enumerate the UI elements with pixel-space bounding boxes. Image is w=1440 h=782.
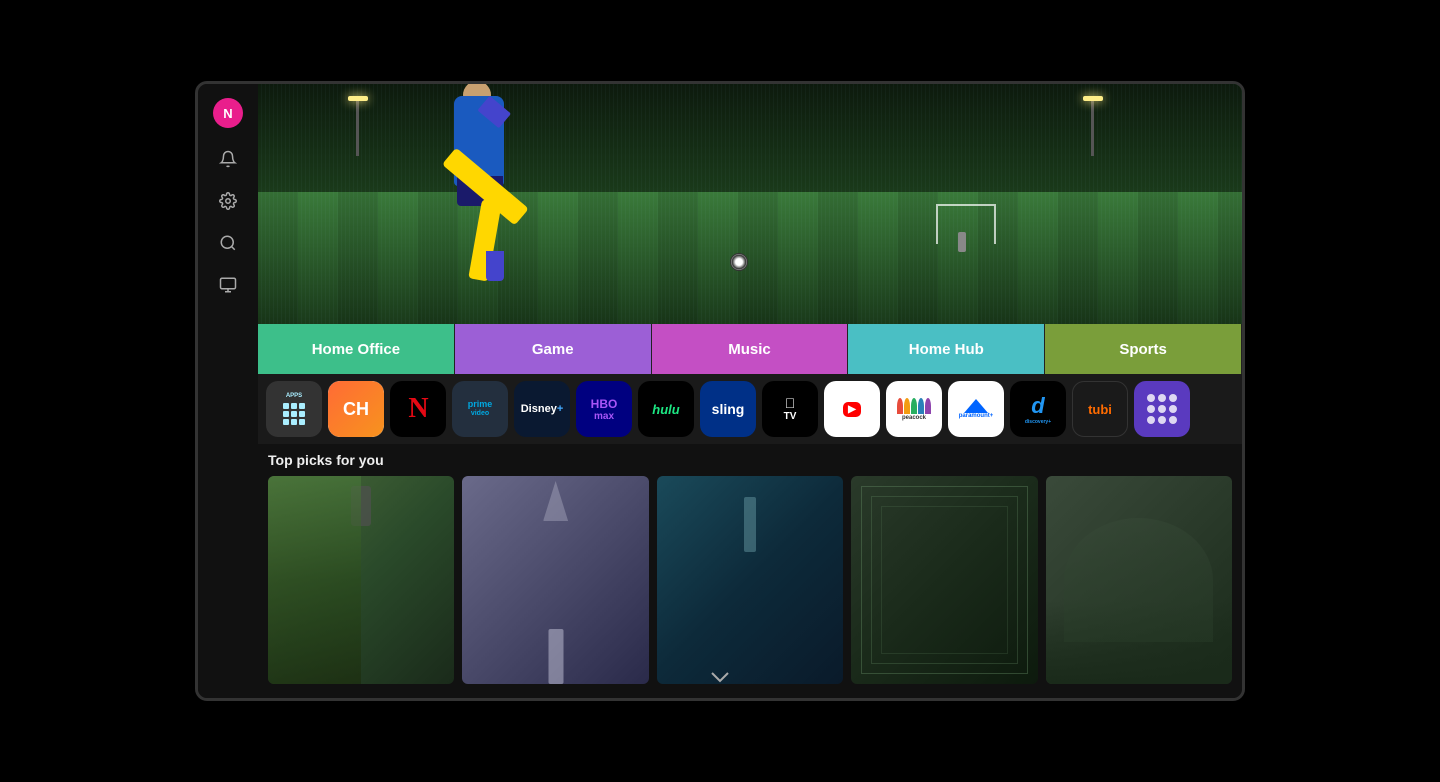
settings-icon[interactable]	[217, 190, 239, 212]
pick-card-1[interactable]	[268, 476, 454, 684]
stadium-light-right	[1091, 96, 1094, 156]
search-icon[interactable]	[217, 232, 239, 254]
category-sports[interactable]: Sports	[1045, 324, 1242, 374]
category-bar: Home Office Game Music Home Hub Sports	[258, 324, 1242, 374]
profile-icon[interactable]	[217, 274, 239, 296]
app-sling[interactable]: sling	[700, 381, 756, 437]
app-more[interactable]	[1134, 381, 1190, 437]
stadium-light-left	[356, 96, 359, 156]
picks-title: Top picks for you	[268, 452, 1232, 468]
category-home-office[interactable]: Home Office	[258, 324, 455, 374]
pick-card-2[interactable]	[462, 476, 648, 684]
hero-banner	[258, 84, 1242, 324]
category-game[interactable]: Game	[455, 324, 652, 374]
sidebar: N	[198, 84, 258, 698]
pick-card-3[interactable]	[657, 476, 843, 684]
picks-grid	[268, 476, 1232, 684]
app-netflix[interactable]: N	[390, 381, 446, 437]
app-discovery-plus[interactable]: d discovery+	[1010, 381, 1066, 437]
app-hbo-max[interactable]: HBO max	[576, 381, 632, 437]
pick-card-5[interactable]	[1046, 476, 1232, 684]
main-content: Home Office Game Music Home Hub Sports A…	[258, 84, 1242, 698]
picks-section: Top picks for you	[258, 444, 1242, 698]
pick-card-4[interactable]	[851, 476, 1037, 684]
bell-icon[interactable]	[217, 148, 239, 170]
app-ch[interactable]: CH	[328, 381, 384, 437]
avatar[interactable]: N	[213, 98, 243, 128]
apps-row: APPS CH N prime video	[258, 374, 1242, 444]
category-music[interactable]: Music	[652, 324, 849, 374]
category-home-hub[interactable]: Home Hub	[848, 324, 1045, 374]
app-apple-tv[interactable]:  TV	[762, 381, 818, 437]
tv-frame: N	[195, 81, 1245, 701]
app-tubi[interactable]: tubi	[1072, 381, 1128, 437]
app-disney-plus[interactable]: Disney+	[514, 381, 570, 437]
app-all-apps[interactable]: APPS	[266, 381, 322, 437]
app-hulu[interactable]: hulu	[638, 381, 694, 437]
app-prime-video[interactable]: prime video	[452, 381, 508, 437]
app-paramount-plus[interactable]: paramount+	[948, 381, 1004, 437]
app-peacock[interactable]: peacock	[886, 381, 942, 437]
goalkeeper	[958, 232, 966, 252]
player-silhouette	[406, 96, 566, 316]
scroll-chevron	[710, 670, 730, 688]
app-youtube[interactable]: ▶	[824, 381, 880, 437]
